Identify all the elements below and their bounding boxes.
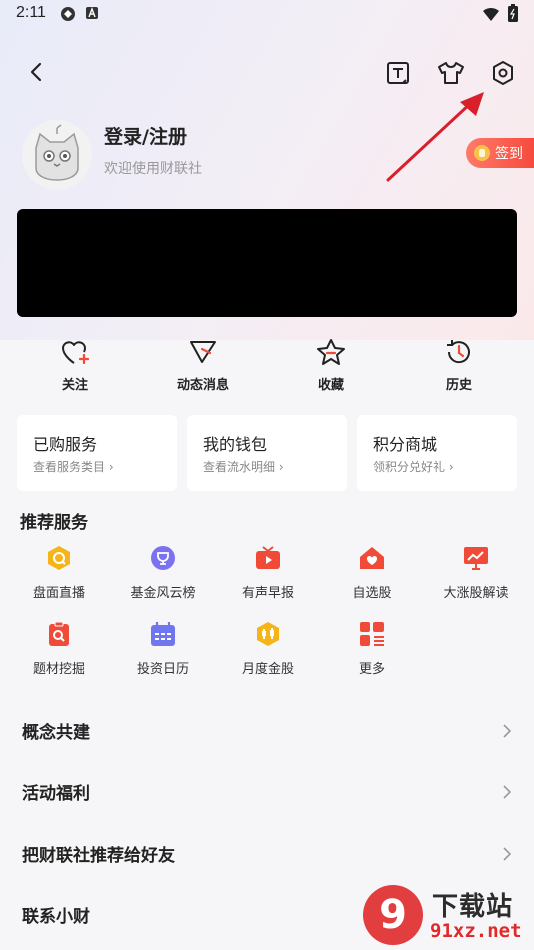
chevron-right-icon [503, 847, 512, 861]
settings-button[interactable] [485, 55, 521, 91]
app-notification-icon [60, 6, 76, 26]
card-title: 已购服务 [33, 435, 98, 454]
skin-button[interactable] [433, 55, 469, 91]
coin-icon [474, 145, 490, 161]
grid-more-icon [360, 622, 384, 646]
clipboard-search-icon [49, 621, 69, 646]
service-watchlist[interactable]: 自选股 [322, 544, 422, 601]
watermark-mark: 9 [379, 892, 407, 938]
card-subtitle: 领积分兑好礼 › [373, 460, 454, 474]
service-label: 月度金股 [241, 662, 294, 677]
service-label: 更多 [358, 662, 385, 677]
shortcut-messages[interactable]: 动态消息 [153, 336, 253, 393]
service-more[interactable]: 更多 [322, 620, 422, 677]
list-item-label: 联系小财 [22, 907, 90, 927]
service-audio-news[interactable]: 有声早报 [218, 544, 318, 601]
tv-icon [256, 546, 280, 569]
chevron-right-icon [503, 724, 512, 738]
card-purchased-services[interactable]: 已购服务 查看服务类目 › [17, 415, 177, 491]
tshirt-icon [438, 62, 464, 84]
chevron-right-icon [503, 785, 512, 799]
shortcut-history[interactable]: 历史 [409, 336, 509, 393]
shortcut-label: 收藏 [317, 378, 344, 393]
star-icon [317, 339, 345, 365]
banner[interactable] [17, 209, 517, 317]
list-item-concept-building[interactable]: 概念共建 [0, 700, 534, 762]
list-item-activity-benefits[interactable]: 活动福利 [0, 761, 534, 823]
watermark-text: 下载站 [432, 892, 514, 922]
signin-button[interactable]: 签到 [466, 138, 534, 168]
card-points-mall[interactable]: 积分商城 领积分兑好礼 › [357, 415, 517, 491]
shortcut-follow[interactable]: 关注 [25, 336, 125, 393]
status-bar: 2:11 [0, 0, 534, 28]
annotation-arrow-icon [386, 92, 484, 182]
signin-label: 签到 [495, 146, 523, 162]
gear-icon [493, 61, 513, 85]
accessibility-icon [85, 6, 99, 24]
chart-up-icon [464, 547, 488, 570]
back-arrow-icon [30, 62, 42, 82]
send-icon [190, 341, 216, 363]
shortcut-label: 关注 [61, 378, 88, 393]
battery-icon [508, 4, 518, 26]
list-item-label: 活动福利 [22, 784, 90, 804]
wifi-icon [482, 6, 500, 26]
watermark: 9 下载站 91xz.net [360, 880, 534, 950]
card-title: 积分商城 [373, 435, 438, 454]
service-cards: 已购服务 查看服务类目 › 我的钱包 查看流水明细 › 积分商城 领积分兑好礼 … [17, 415, 517, 491]
trophy-icon [151, 546, 175, 570]
live-icon [48, 546, 70, 570]
service-label: 大涨股解读 [443, 586, 509, 601]
status-time: 2:11 [16, 4, 46, 21]
cat-avatar-icon [22, 120, 92, 190]
house-heart-icon [360, 547, 384, 569]
calendar-icon [151, 622, 175, 646]
service-label: 题材挖掘 [32, 662, 85, 677]
gold-stock-icon [257, 622, 279, 646]
watermark-url: 91xz.net [430, 920, 522, 942]
list-item-label: 把财联社推荐给好友 [22, 846, 175, 866]
service-monthly-gold-stock[interactable]: 月度金股 [218, 620, 318, 677]
service-label: 基金风云榜 [130, 586, 196, 601]
card-title: 我的钱包 [203, 435, 268, 454]
service-theme-mining[interactable]: 题材挖掘 [9, 620, 109, 677]
service-label: 投资日历 [136, 662, 189, 677]
service-fund-ranking[interactable]: 基金风云榜 [113, 544, 213, 601]
service-live[interactable]: 盘面直播 [9, 544, 109, 601]
shortcut-favorites[interactable]: 收藏 [281, 336, 381, 393]
welcome-text: 欢迎使用财联社 [104, 161, 202, 177]
section-title-recommend: 推荐服务 [20, 513, 88, 533]
service-label: 有声早报 [241, 586, 294, 601]
shortcut-row: 关注 动态消息 收藏 历史 [0, 336, 534, 396]
list-item-recommend-to-friends[interactable]: 把财联社推荐给好友 [0, 823, 534, 885]
login-register-link[interactable]: 登录/注册 [104, 122, 187, 149]
list-item-label: 概念共建 [22, 723, 90, 743]
service-investment-calendar[interactable]: 投资日历 [113, 620, 213, 677]
avatar[interactable] [22, 120, 92, 190]
text-mode-button[interactable] [380, 55, 416, 91]
service-surge-analysis[interactable]: 大涨股解读 [426, 544, 526, 601]
heart-plus-icon [62, 341, 90, 365]
history-icon [447, 340, 470, 364]
card-subtitle: 查看服务类目 › [33, 460, 114, 474]
shortcut-label: 历史 [445, 378, 472, 393]
watermark-logo-icon: 9 [363, 885, 423, 945]
card-my-wallet[interactable]: 我的钱包 查看流水明细 › [187, 415, 347, 491]
service-label: 盘面直播 [32, 586, 85, 601]
text-size-icon [387, 62, 409, 84]
card-subtitle: 查看流水明细 › [203, 460, 284, 474]
service-label: 自选股 [352, 586, 392, 601]
shortcut-label: 动态消息 [176, 378, 229, 393]
back-button[interactable] [18, 54, 54, 90]
